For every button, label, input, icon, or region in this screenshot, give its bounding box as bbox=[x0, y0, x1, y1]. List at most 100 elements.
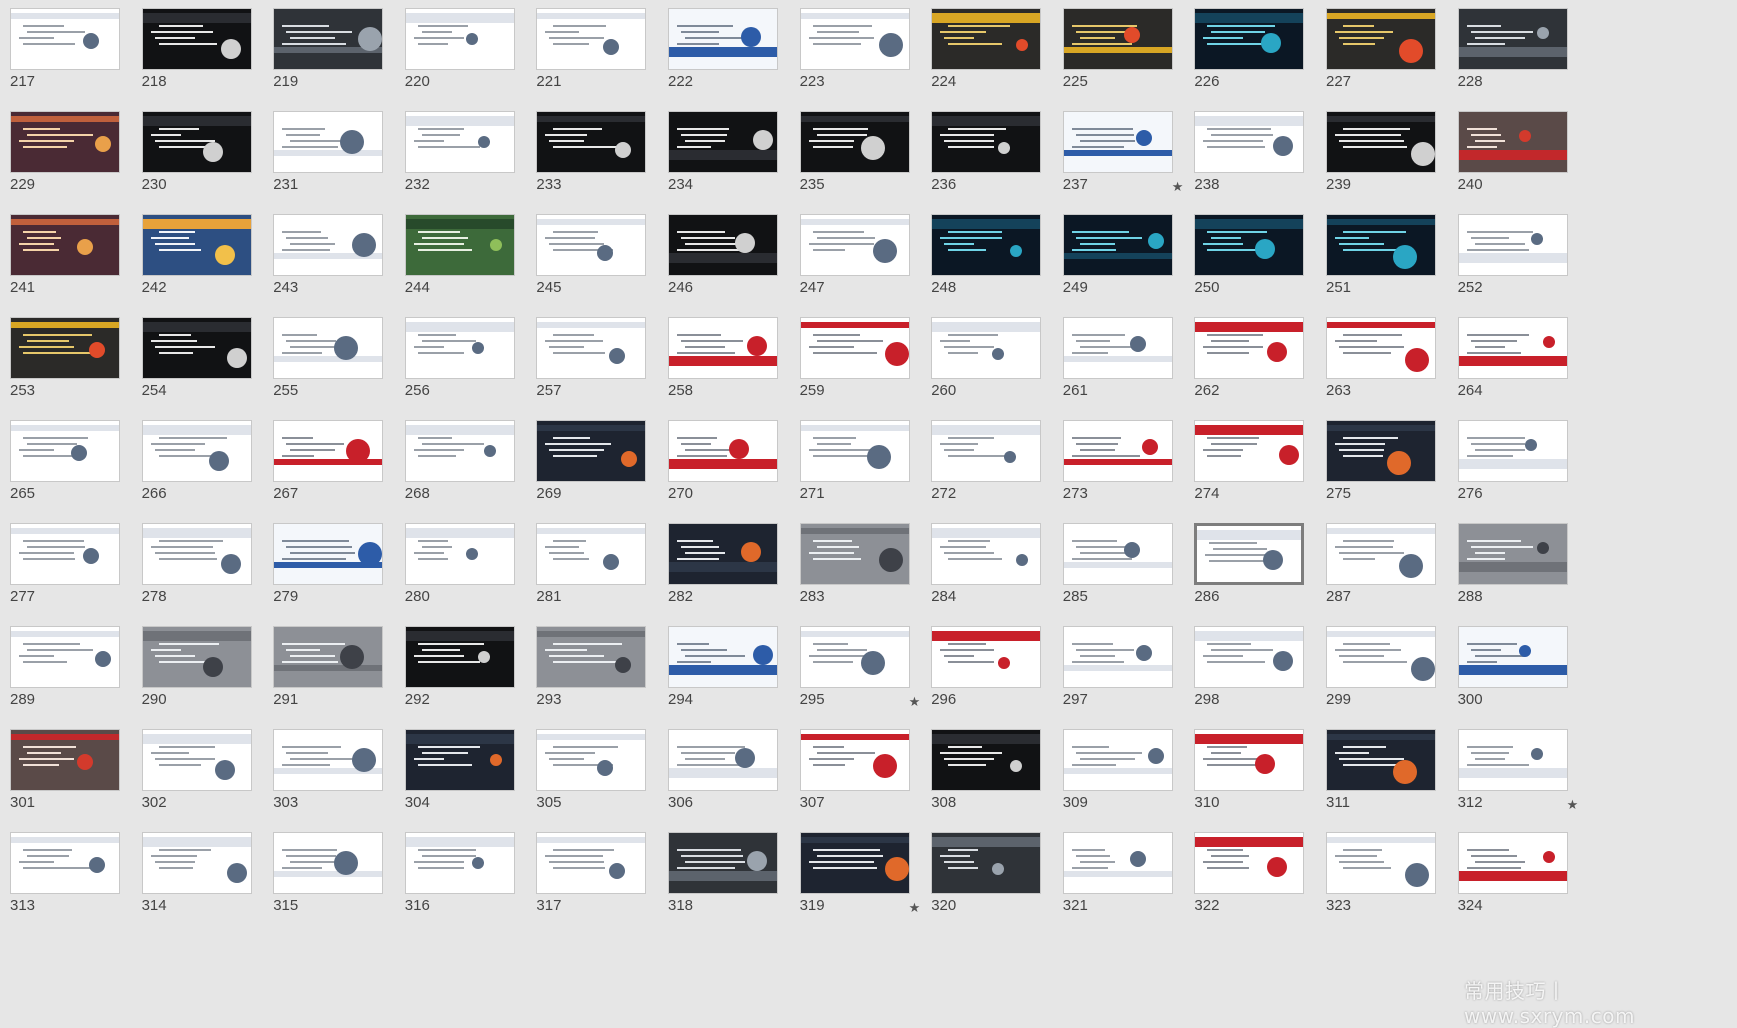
slide-thumbnail-277[interactable]: 277 bbox=[0, 515, 146, 629]
slide-thumbnail-257[interactable]: 257 bbox=[526, 309, 672, 423]
slide-thumbnail-321[interactable]: 321 bbox=[1053, 824, 1199, 938]
slide-thumbnail-228[interactable]: 228 bbox=[1448, 0, 1594, 114]
slide-thumbnail-259[interactable]: 259 bbox=[790, 309, 936, 423]
slide-preview[interactable] bbox=[1194, 420, 1305, 482]
slide-thumbnail-291[interactable]: 291 bbox=[263, 618, 409, 732]
slide-preview[interactable] bbox=[668, 626, 778, 688]
slide-thumbnail-251[interactable]: 251 bbox=[1316, 206, 1462, 320]
slide-thumbnail-219[interactable]: 219 bbox=[263, 0, 409, 114]
slide-preview[interactable] bbox=[273, 832, 384, 894]
slide-preview[interactable] bbox=[668, 111, 778, 173]
slide-thumbnail-255[interactable]: 255 bbox=[263, 309, 409, 423]
slide-preview[interactable] bbox=[1326, 832, 1436, 894]
slide-thumbnail-279[interactable]: 279 bbox=[263, 515, 409, 629]
slide-thumbnail-241[interactable]: 241 bbox=[0, 206, 146, 320]
slide-preview[interactable] bbox=[141, 214, 252, 276]
slide-thumbnail-258[interactable]: 258 bbox=[658, 309, 804, 423]
slide-preview[interactable] bbox=[668, 214, 778, 276]
slide-thumbnail-313[interactable]: 313 bbox=[0, 824, 146, 938]
slide-preview[interactable] bbox=[141, 832, 252, 894]
slide-thumbnail-260[interactable]: 260 bbox=[921, 309, 1067, 423]
slide-thumbnail-226[interactable]: 226 bbox=[1184, 0, 1330, 114]
slide-preview[interactable] bbox=[404, 523, 515, 585]
slide-preview[interactable] bbox=[141, 523, 252, 585]
slide-preview[interactable] bbox=[799, 317, 910, 379]
slide-preview[interactable] bbox=[1326, 420, 1436, 482]
slide-preview[interactable] bbox=[404, 8, 515, 70]
slide-thumbnail-267[interactable]: 267 bbox=[263, 412, 409, 526]
slide-preview[interactable] bbox=[273, 420, 384, 482]
slide-thumbnail-287[interactable]: 287 bbox=[1316, 515, 1462, 629]
slide-thumbnail-271[interactable]: 271 bbox=[790, 412, 936, 526]
slide-preview[interactable] bbox=[1326, 111, 1436, 173]
slide-preview[interactable] bbox=[141, 729, 252, 791]
slide-thumbnail-300[interactable]: 300 bbox=[1448, 618, 1594, 732]
slide-thumbnail-236[interactable]: 236 bbox=[921, 103, 1067, 217]
slide-thumbnail-246[interactable]: 246 bbox=[658, 206, 804, 320]
slide-preview[interactable] bbox=[1062, 523, 1173, 585]
slide-preview[interactable] bbox=[1062, 729, 1173, 791]
slide-preview[interactable] bbox=[273, 111, 384, 173]
slide-preview[interactable] bbox=[668, 8, 778, 70]
slide-thumbnail-307[interactable]: 307 bbox=[790, 721, 936, 835]
slide-thumbnail-230[interactable]: 230 bbox=[132, 103, 278, 217]
slide-thumbnail-280[interactable]: 280 bbox=[395, 515, 541, 629]
slide-thumbnail-298[interactable]: 298 bbox=[1184, 618, 1330, 732]
slide-thumbnail-284[interactable]: 284 bbox=[921, 515, 1067, 629]
slide-preview[interactable] bbox=[10, 729, 120, 791]
slide-preview[interactable] bbox=[10, 420, 120, 482]
slide-preview[interactable] bbox=[536, 8, 647, 70]
slide-thumbnail-317[interactable]: 317 bbox=[526, 824, 672, 938]
slide-thumbnail-232[interactable]: 232 bbox=[395, 103, 541, 217]
slide-thumbnail-252[interactable]: 252 bbox=[1448, 206, 1594, 320]
slide-preview[interactable] bbox=[799, 111, 910, 173]
slide-preview[interactable] bbox=[273, 523, 384, 585]
slide-preview[interactable] bbox=[536, 420, 647, 482]
slide-thumbnail-305[interactable]: 305 bbox=[526, 721, 672, 835]
slide-preview[interactable] bbox=[10, 626, 120, 688]
slide-thumbnail-240[interactable]: 240 bbox=[1448, 103, 1594, 217]
slide-preview[interactable] bbox=[1062, 420, 1173, 482]
slide-preview[interactable] bbox=[1194, 111, 1305, 173]
slide-thumbnail-235[interactable]: 235 bbox=[790, 103, 936, 217]
slide-preview[interactable] bbox=[1457, 729, 1568, 791]
slide-preview[interactable] bbox=[931, 420, 1042, 482]
slide-thumbnail-234[interactable]: 234 bbox=[658, 103, 804, 217]
slide-preview[interactable] bbox=[1457, 626, 1568, 688]
slide-thumbnail-289[interactable]: 289 bbox=[0, 618, 146, 732]
slide-thumbnail-272[interactable]: 272 bbox=[921, 412, 1067, 526]
slide-preview[interactable] bbox=[1062, 8, 1173, 70]
slide-preview[interactable] bbox=[404, 729, 515, 791]
slide-preview[interactable] bbox=[1326, 523, 1436, 585]
slide-preview[interactable] bbox=[931, 832, 1042, 894]
slide-preview[interactable] bbox=[536, 214, 647, 276]
slide-preview[interactable] bbox=[799, 8, 910, 70]
slide-thumbnail-245[interactable]: 245 bbox=[526, 206, 672, 320]
slide-preview[interactable] bbox=[1194, 317, 1305, 379]
slide-thumbnail-316[interactable]: 316 bbox=[395, 824, 541, 938]
slide-preview[interactable] bbox=[536, 111, 647, 173]
slide-preview[interactable] bbox=[931, 214, 1042, 276]
slide-thumbnail-238[interactable]: 238 bbox=[1184, 103, 1330, 217]
slide-thumbnail-261[interactable]: 261 bbox=[1053, 309, 1199, 423]
slide-thumbnail-268[interactable]: 268 bbox=[395, 412, 541, 526]
slide-thumbnail-281[interactable]: 281 bbox=[526, 515, 672, 629]
slide-preview[interactable] bbox=[273, 626, 384, 688]
slide-preview[interactable] bbox=[141, 317, 252, 379]
slide-preview[interactable] bbox=[273, 317, 384, 379]
slide-thumbnail-285[interactable]: 285 bbox=[1053, 515, 1199, 629]
slide-preview[interactable] bbox=[273, 214, 384, 276]
slide-thumbnail-218[interactable]: 218 bbox=[132, 0, 278, 114]
slide-preview[interactable] bbox=[1326, 214, 1436, 276]
slide-thumbnail-244[interactable]: 244 bbox=[395, 206, 541, 320]
slide-preview[interactable] bbox=[1194, 523, 1305, 585]
slide-thumbnail-302[interactable]: 302 bbox=[132, 721, 278, 835]
slide-thumbnail-243[interactable]: 243 bbox=[263, 206, 409, 320]
slide-preview[interactable] bbox=[536, 832, 647, 894]
slide-thumbnail-225[interactable]: 225 bbox=[1053, 0, 1199, 114]
slide-thumbnail-224[interactable]: 224 bbox=[921, 0, 1067, 114]
slide-thumbnail-290[interactable]: 290 bbox=[132, 618, 278, 732]
slide-thumbnail-247[interactable]: 247 bbox=[790, 206, 936, 320]
slide-thumbnail-311[interactable]: 311 bbox=[1316, 721, 1462, 835]
slide-thumbnail-318[interactable]: 318 bbox=[658, 824, 804, 938]
